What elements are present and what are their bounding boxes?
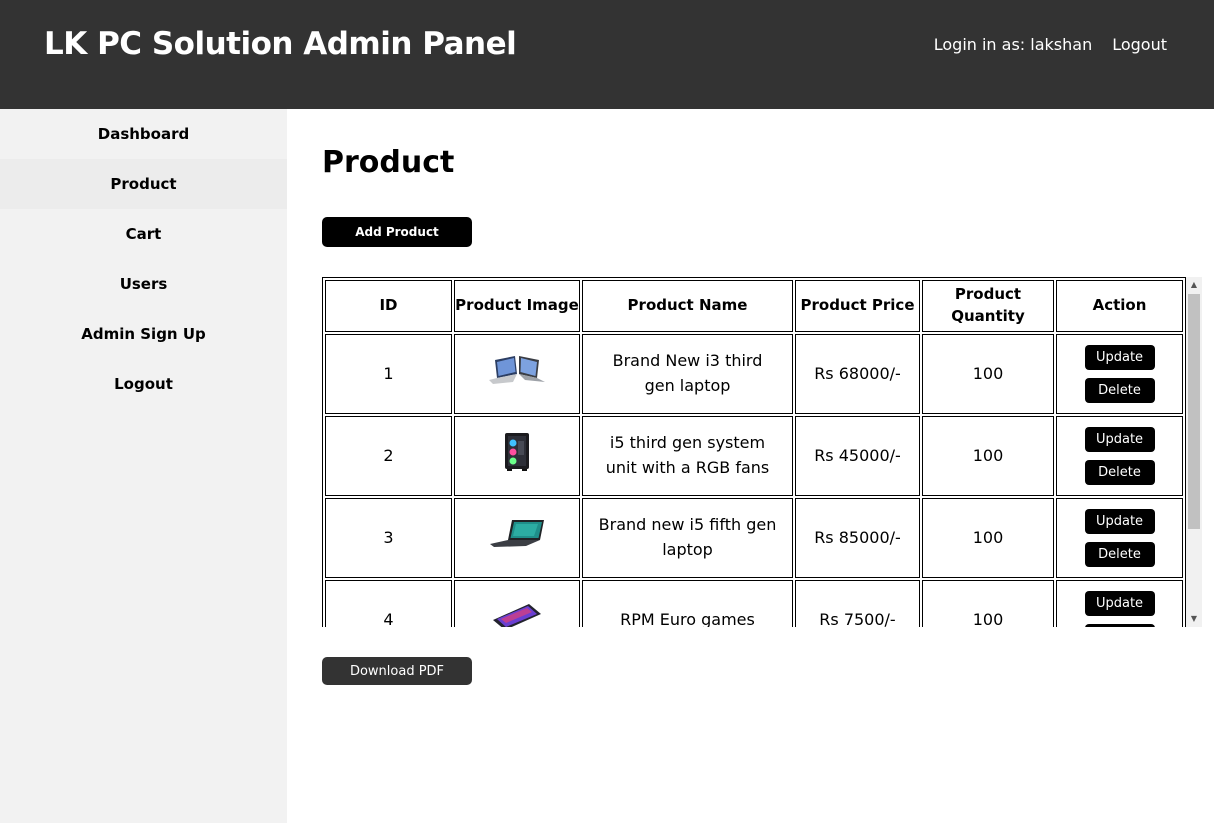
add-product-button[interactable]: Add Product — [322, 217, 472, 247]
page-title: Product — [322, 145, 455, 180]
table-row: 4 RPM Euro games Rs 7500/- 100 Update — [325, 580, 1183, 627]
header-logout-link[interactable]: Logout — [1112, 35, 1167, 54]
download-pdf-button[interactable]: Download PDF — [322, 657, 472, 685]
product-price: Rs 7500/- — [795, 580, 920, 627]
action-cell: Update Delete — [1056, 416, 1183, 496]
user-area: Login in as: lakshan Logout — [934, 35, 1167, 54]
delete-button[interactable]: Delete — [1084, 542, 1155, 567]
product-image-cell — [454, 334, 580, 414]
pc-tower-image — [497, 431, 537, 481]
table-header-row: ID Product Image Product Name Product Pr… — [325, 280, 1183, 332]
sidebar: Dashboard Product Cart Users Admin Sign … — [0, 109, 287, 823]
table-row: 3 Brand new i5 fifth gen laptop Rs 85000… — [325, 498, 1183, 578]
product-image-cell — [454, 580, 580, 627]
product-id: 3 — [325, 498, 452, 578]
sidebar-item-product[interactable]: Product — [0, 159, 287, 209]
product-image-cell — [454, 416, 580, 496]
product-quantity: 100 — [922, 334, 1054, 414]
column-header-name: Product Name — [582, 280, 793, 332]
column-header-image: Product Image — [454, 280, 580, 332]
sidebar-item-users[interactable]: Users — [0, 259, 287, 309]
delete-button[interactable]: Delete — [1084, 624, 1155, 627]
scroll-down-arrow-icon[interactable]: ▼ — [1186, 611, 1202, 627]
login-status: Login in as: lakshan — [933, 35, 1093, 54]
product-id: 4 — [325, 580, 452, 627]
column-header-id: ID — [325, 280, 452, 332]
update-button[interactable]: Update — [1084, 345, 1155, 370]
product-table-container[interactable]: ID Product Image Product Name Product Pr… — [322, 277, 1202, 627]
product-quantity: 100 — [922, 580, 1054, 627]
column-header-quantity: Product Quantity — [922, 280, 1054, 332]
column-header-action: Action — [1056, 280, 1183, 332]
update-button[interactable]: Update — [1084, 591, 1155, 616]
action-cell: Update Delete — [1056, 580, 1183, 627]
update-button[interactable]: Update — [1084, 427, 1155, 452]
product-price: Rs 85000/- — [795, 498, 920, 578]
table-row: 2 i5 third gen system unit with a RGB fa… — [325, 416, 1183, 496]
product-image-cell — [454, 498, 580, 578]
product-price: Rs 45000/- — [795, 416, 920, 496]
scroll-up-arrow-icon[interactable]: ▲ — [1186, 277, 1202, 293]
laptop-image — [487, 350, 547, 398]
app-title: LK PC Solution Admin Panel — [44, 26, 517, 62]
action-cell: Update Delete — [1056, 334, 1183, 414]
product-quantity: 100 — [922, 416, 1054, 496]
product-name: RPM Euro games — [582, 580, 793, 627]
scrollbar-thumb[interactable] — [1188, 294, 1200, 529]
product-id: 2 — [325, 416, 452, 496]
product-price: Rs 68000/- — [795, 334, 920, 414]
delete-button[interactable]: Delete — [1084, 378, 1155, 403]
table-scrollbar[interactable]: ▲ ▼ — [1186, 277, 1202, 627]
product-name: Brand New i3 third gen laptop — [582, 334, 793, 414]
update-button[interactable]: Update — [1084, 509, 1155, 534]
top-header: LK PC Solution Admin Panel Login in as: … — [0, 0, 1214, 109]
product-quantity: 100 — [922, 498, 1054, 578]
column-header-price: Product Price — [795, 280, 920, 332]
table-row: 1 Brand New i3 third gen laptop Rs 68000… — [325, 334, 1183, 414]
action-cell: Update Delete — [1056, 498, 1183, 578]
sidebar-item-dashboard[interactable]: Dashboard — [0, 109, 287, 159]
sidebar-item-admin-sign-up[interactable]: Admin Sign Up — [0, 309, 287, 359]
product-id: 1 — [325, 334, 452, 414]
sidebar-item-logout[interactable]: Logout — [0, 359, 287, 409]
laptop-image — [486, 516, 548, 560]
sidebar-item-cart[interactable]: Cart — [0, 209, 287, 259]
delete-button[interactable]: Delete — [1084, 460, 1155, 485]
product-table: ID Product Image Product Name Product Pr… — [322, 277, 1186, 627]
product-name: i5 third gen system unit with a RGB fans — [582, 416, 793, 496]
keyboard-image — [489, 598, 545, 627]
product-name: Brand new i5 fifth gen laptop — [582, 498, 793, 578]
